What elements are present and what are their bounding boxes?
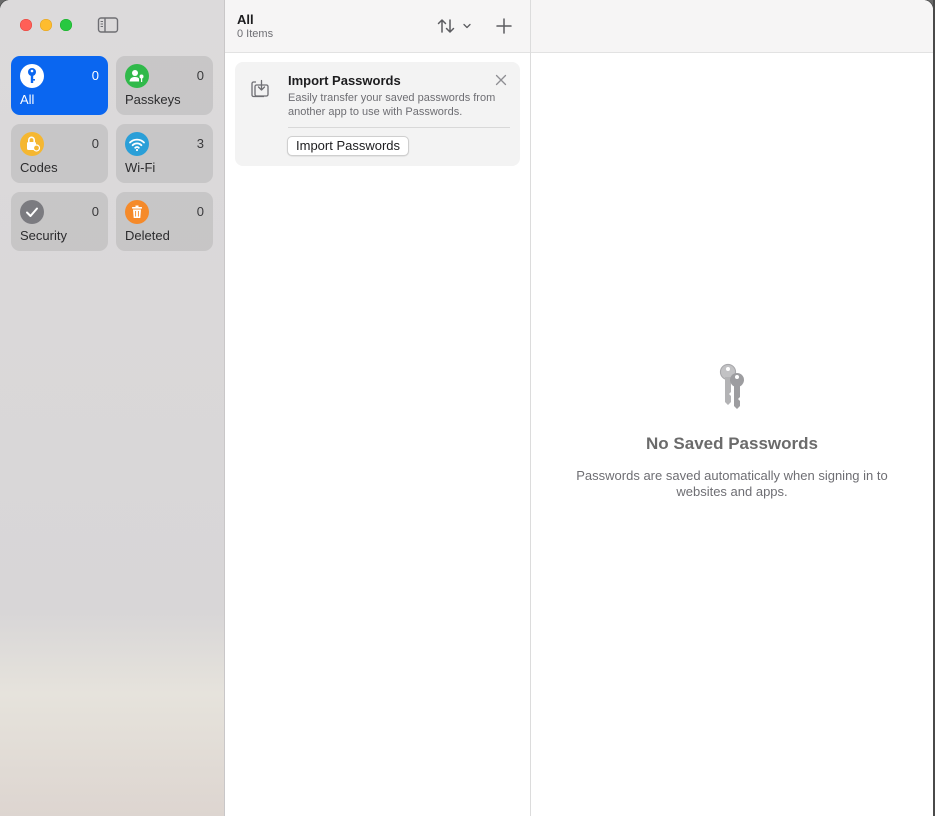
person-key-icon	[125, 64, 149, 88]
detail-pane: No Saved Passwords Passwords are saved a…	[531, 0, 933, 816]
tile-label: Passkeys	[125, 92, 181, 107]
tile-label: Wi-Fi	[125, 160, 156, 175]
passwords-window: 0 All 0 Passkeys 0 Codes 3 Wi-Fi 0 Secur…	[0, 0, 933, 816]
lock-clock-icon	[20, 132, 44, 156]
tile-count: 0	[91, 68, 99, 83]
tile-label: Deleted	[125, 228, 170, 243]
sidebar-tile-codes[interactable]: 0 Codes	[11, 124, 108, 183]
sidebar-tile-all[interactable]: 0 All	[11, 56, 108, 115]
tile-count: 0	[196, 68, 204, 83]
import-card-title: Import Passwords	[288, 73, 401, 88]
item-count: 0 Items	[237, 28, 274, 40]
tile-count: 0	[196, 204, 204, 219]
keys-icon	[719, 363, 744, 409]
sidebar-tile-wifi[interactable]: 3 Wi-Fi	[116, 124, 213, 183]
sort-icon[interactable]	[435, 15, 475, 37]
tile-label: Security	[20, 228, 67, 243]
password-list-pane: All 0 Items Import Passwords Easily tran…	[225, 0, 531, 816]
list-header: All 0 Items	[225, 0, 530, 53]
detail-header	[531, 0, 933, 53]
zoom-window-button[interactable]	[60, 19, 72, 31]
sidebar-tile-deleted[interactable]: 0 Deleted	[116, 192, 213, 251]
sidebar-tile-passkeys[interactable]: 0 Passkeys	[116, 56, 213, 115]
tile-count: 3	[196, 136, 204, 151]
sidebar-tile-security[interactable]: 0 Security	[11, 192, 108, 251]
add-icon[interactable]	[494, 15, 514, 37]
import-passwords-card: Import Passwords Easily transfer your sa…	[235, 62, 520, 166]
divider	[288, 127, 510, 128]
empty-state-title: No Saved Passwords	[646, 434, 818, 453]
key-icon	[20, 64, 44, 88]
checkmark-icon	[20, 200, 44, 224]
import-tray-icon	[251, 79, 269, 98]
trash-icon	[125, 200, 149, 224]
import-card-description: Easily transfer your saved passwords fro…	[288, 92, 496, 118]
import-passwords-button[interactable]: Import Passwords	[287, 136, 410, 156]
sidebar-toggle-icon[interactable]	[97, 16, 119, 34]
wifi-icon	[125, 132, 149, 156]
sidebar: 0 All 0 Passkeys 0 Codes 3 Wi-Fi 0 Secur…	[0, 0, 225, 816]
tile-label: Codes	[20, 160, 58, 175]
close-window-button[interactable]	[20, 19, 32, 31]
tile-count: 0	[91, 204, 99, 219]
close-icon[interactable]	[494, 73, 508, 87]
tile-label: All	[20, 92, 35, 107]
minimize-window-button[interactable]	[40, 19, 52, 31]
tile-count: 0	[91, 136, 99, 151]
empty-state-description: Passwords are saved automatically when s…	[576, 468, 888, 499]
list-title: All	[237, 12, 254, 27]
